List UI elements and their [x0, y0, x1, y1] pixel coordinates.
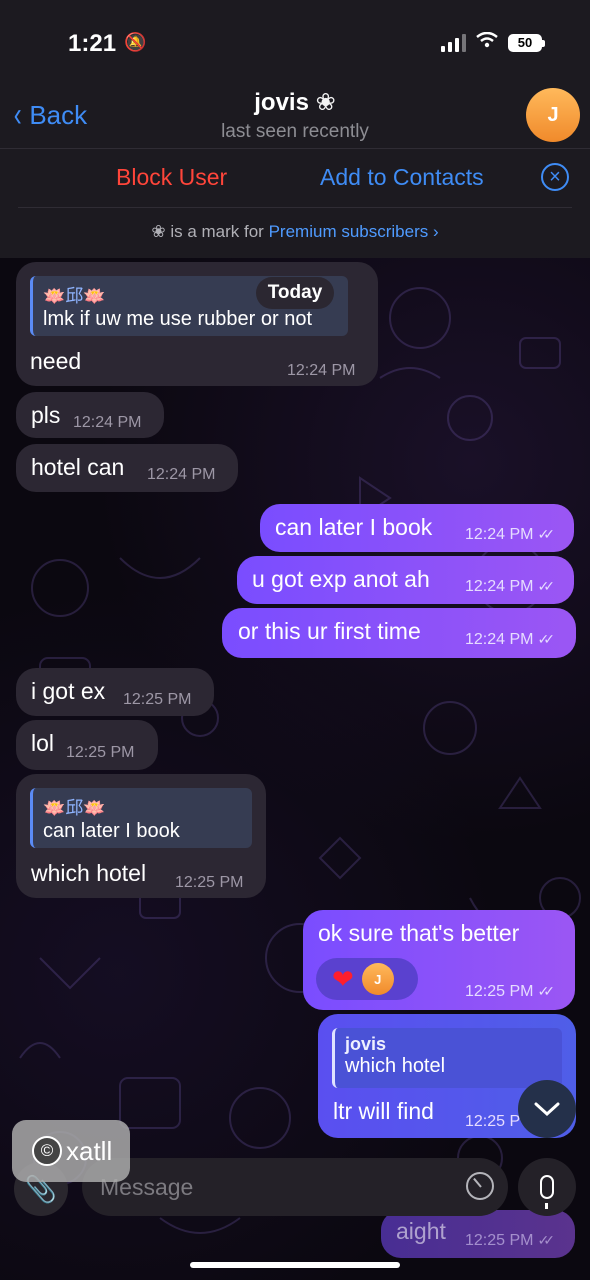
double-check-icon: ✓✓ [537, 631, 555, 647]
reply-text: can later I book [43, 820, 180, 842]
message-time: 12:25 PM [175, 874, 244, 891]
premium-badge-icon: ❀ [315, 89, 336, 116]
premium-note: ❀ is a mark for Premium subscribers › [0, 222, 590, 242]
message-text: ok sure that's better [318, 920, 520, 946]
heart-icon: ❤ [332, 963, 354, 994]
message-text: lol [31, 730, 55, 756]
scroll-to-bottom-button[interactable] [518, 1080, 576, 1138]
contact-name: jovis ❀ [0, 88, 590, 117]
message-time: 12:24 PM [73, 414, 142, 431]
reply-text: which hotel [345, 1055, 446, 1077]
wifi-icon [476, 31, 498, 53]
premium-subscribers-link[interactable]: Premium subscribers [269, 222, 429, 241]
message-time: 12:24 PM ✓✓ [465, 578, 555, 596]
bell-slash-icon: 🔕 [124, 32, 147, 52]
watermark-text: xatll [66, 1135, 113, 1166]
message-text: which hotel [31, 860, 147, 886]
double-check-icon: ✓✓ [537, 526, 555, 542]
chat-title-area[interactable]: jovis ❀ last seen recently [0, 88, 590, 143]
message-time: 12:25 PM ✓✓ [465, 1232, 555, 1250]
block-user-button[interactable]: Block User [116, 164, 227, 191]
reaction-chip[interactable]: ❤ J [316, 958, 418, 1000]
message-time: 12:25 PM ✓✓ [465, 983, 555, 1001]
premium-note-prefix: is a mark for [170, 222, 264, 241]
sticker-icon[interactable] [466, 1172, 494, 1200]
message-time: 12:24 PM ✓✓ [465, 631, 555, 649]
date-pill: Today [256, 277, 334, 309]
contact-avatar[interactable]: J [526, 88, 580, 142]
reply-quote[interactable]: jovis which hotel [332, 1028, 562, 1088]
status-time: 1:21 [68, 30, 117, 57]
message-time: 12:25 P [465, 1113, 521, 1130]
signal-icon [441, 33, 466, 52]
message-time-text: 12:24 PM [465, 526, 534, 543]
message-time-text: 12:24 PM [465, 631, 534, 648]
home-indicator[interactable] [190, 1262, 400, 1268]
reaction-avatar: J [361, 963, 394, 995]
reply-sender: 🪷邱🪷 [43, 798, 106, 818]
banner-divider [18, 207, 572, 208]
message-time-text: 12:25 PM [465, 983, 534, 1000]
message-time-text: 12:25 PM [465, 1232, 534, 1249]
message-text: pls [31, 402, 61, 428]
reply-text: lmk if uw me use rubber or not [43, 308, 312, 330]
header-divider [0, 148, 590, 149]
message-text: u got exp anot ah [252, 566, 430, 592]
premium-badge-icon-small: ❀ [151, 222, 166, 241]
battery-icon: 50 [508, 33, 545, 52]
message-time-text: 12:24 PM [465, 578, 534, 595]
chevron-down-icon [534, 1102, 560, 1117]
add-to-contacts-button[interactable]: Add to Contacts [320, 164, 484, 191]
message-text: hotel can [31, 454, 125, 480]
status-indicators: 50 [441, 31, 545, 53]
message-text: can later I book [275, 514, 433, 540]
reply-quote[interactable]: 🪷邱🪷 can later I book [30, 788, 252, 848]
chat-header: 1:21 🔕 50 ‹ Back jovis ❀ last seen recen… [0, 0, 590, 258]
message-text: ltr will find [333, 1098, 434, 1124]
message-text: aight [396, 1218, 446, 1244]
message-text: need [30, 348, 82, 374]
message-text: or this ur first time [238, 618, 421, 644]
double-check-icon: ✓✓ [537, 1232, 555, 1248]
message-text: i got ex [31, 678, 106, 704]
contact-name-text: jovis [254, 89, 309, 116]
close-banner-icon[interactable]: × [541, 163, 569, 191]
message-time: 12:24 PM [147, 466, 216, 483]
double-check-icon: ✓✓ [537, 983, 555, 999]
message-time: 12:25 PM [123, 691, 192, 708]
watermark: © xatll [12, 1120, 130, 1182]
microphone-icon [540, 1175, 554, 1209]
message-time: 12:24 PM ✓✓ [465, 526, 555, 544]
reply-sender: jovis [345, 1034, 387, 1054]
message-time: 12:24 PM [287, 362, 356, 379]
voice-record-button[interactable] [518, 1158, 576, 1216]
copyright-icon: © [32, 1136, 62, 1166]
chevron-right-icon: › [432, 222, 439, 241]
double-check-icon: ✓✓ [537, 578, 555, 594]
message-input[interactable]: Message [82, 1158, 508, 1216]
last-seen-status: last seen recently [221, 121, 369, 142]
message-time: 12:25 PM [66, 744, 135, 761]
